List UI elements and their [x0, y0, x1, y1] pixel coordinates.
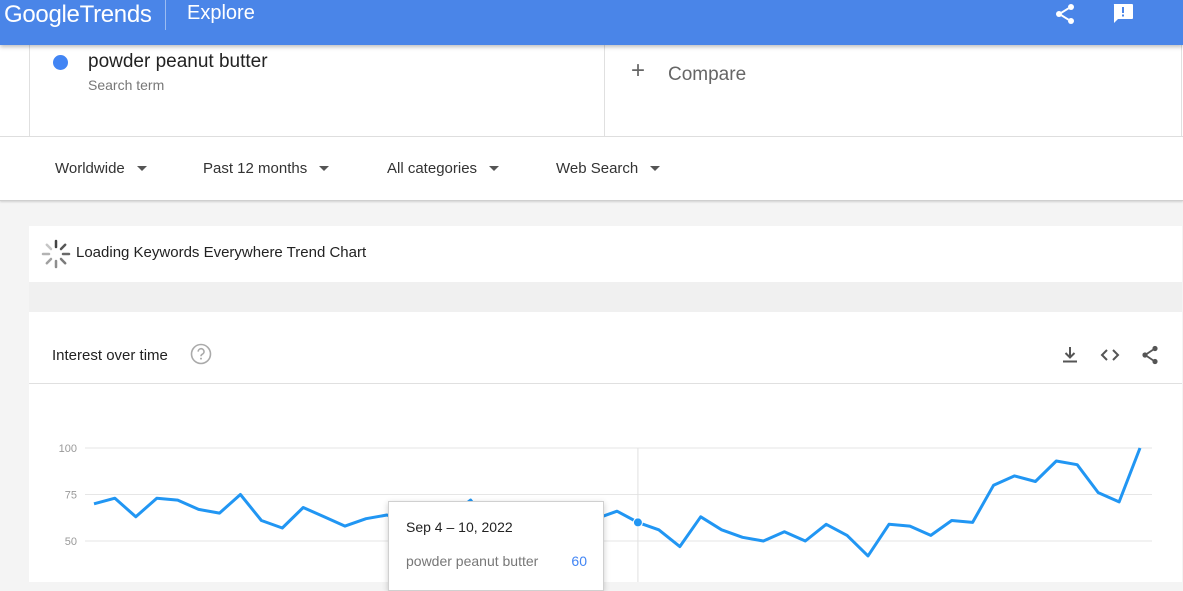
logo-google: Google	[4, 1, 80, 28]
header-divider	[165, 0, 166, 30]
share-icon[interactable]	[1053, 2, 1077, 26]
interest-line-chart[interactable]: 50 75 100	[0, 0, 1183, 582]
logo-trends: Trends	[79, 1, 152, 28]
y-tick-label: 75	[65, 490, 77, 502]
feedback-icon[interactable]	[1111, 2, 1135, 26]
google-trends-logo[interactable]: GoogleTrends	[4, 1, 152, 29]
tooltip-term: powder peanut butter	[406, 553, 539, 569]
y-tick-label: 50	[65, 536, 77, 548]
page-title: Explore	[187, 2, 255, 24]
tooltip-value: 60	[571, 553, 587, 569]
series-line-powder-peanut-butter[interactable]	[93, 447, 1142, 558]
top-bar: GoogleTrends Explore	[0, 0, 1183, 45]
chart-tooltip: Sep 4 – 10, 2022 powder peanut butter 60	[388, 501, 604, 591]
y-tick-label: 100	[59, 443, 77, 455]
highlight-point[interactable]	[632, 517, 643, 528]
tooltip-date: Sep 4 – 10, 2022	[406, 519, 513, 535]
